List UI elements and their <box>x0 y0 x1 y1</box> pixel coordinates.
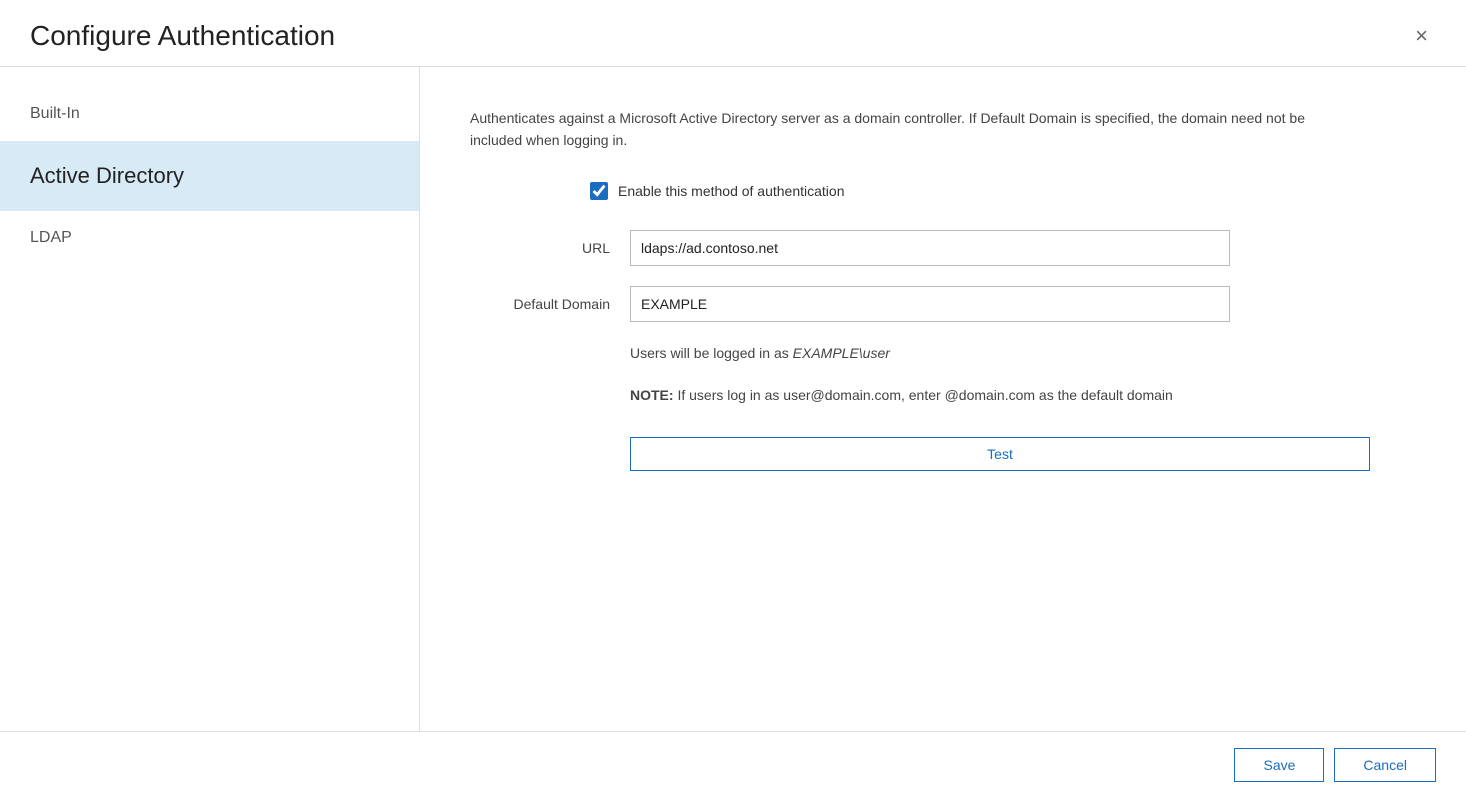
url-input[interactable] <box>630 230 1230 266</box>
sidebar-item-ldap[interactable]: LDAP <box>0 211 419 265</box>
enable-checkbox-label: Enable this method of authentication <box>618 183 845 199</box>
url-label: URL <box>470 240 610 256</box>
default-domain-label: Default Domain <box>470 296 610 312</box>
sidebar-item-built-in[interactable]: Built-In <box>0 87 419 141</box>
default-domain-input[interactable] <box>630 286 1230 322</box>
note-italic1: user@domain.com <box>783 387 901 403</box>
dialog-header: Configure Authentication × <box>0 0 1466 67</box>
dialog-body: Built-In Active Directory LDAP Authentic… <box>0 67 1466 731</box>
dialog-footer: Save Cancel <box>0 731 1466 798</box>
default-domain-field-row: Default Domain <box>470 286 1370 322</box>
configure-authentication-dialog: Configure Authentication × Built-In Acti… <box>0 0 1466 798</box>
cancel-button[interactable]: Cancel <box>1334 748 1436 782</box>
sidebar-item-active-directory[interactable]: Active Directory <box>0 141 419 211</box>
test-button[interactable]: Test <box>630 437 1370 471</box>
enable-checkbox[interactable] <box>590 182 608 200</box>
note-text3: as the default domain <box>1035 387 1173 403</box>
save-button[interactable]: Save <box>1234 748 1324 782</box>
note-text2: , enter <box>901 387 945 403</box>
login-info-text: Users will be logged in as <box>630 345 793 361</box>
note-text: If users log in as <box>674 387 784 403</box>
form-section: Enable this method of authentication URL… <box>470 182 1370 471</box>
url-field-row: URL <box>470 230 1370 266</box>
login-info-block: Users will be logged in as EXAMPLE\user <box>630 342 1370 364</box>
note-bold: NOTE: <box>630 387 674 403</box>
content-area: Authenticates against a Microsoft Active… <box>420 67 1466 731</box>
enable-checkbox-row: Enable this method of authentication <box>590 182 1370 200</box>
note-italic2: @domain.com <box>945 387 1035 403</box>
close-button[interactable]: × <box>1407 21 1436 51</box>
description-text: Authenticates against a Microsoft Active… <box>470 107 1330 152</box>
sidebar: Built-In Active Directory LDAP <box>0 67 420 731</box>
sidebar-item-active-directory-label: Active Directory <box>30 163 184 188</box>
note-block: NOTE: If users log in as user@domain.com… <box>630 384 1370 406</box>
login-info-italic: EXAMPLE\user <box>793 345 890 361</box>
sidebar-item-built-in-label: Built-In <box>30 105 80 122</box>
dialog-title: Configure Authentication <box>30 20 335 52</box>
sidebar-item-ldap-label: LDAP <box>30 229 72 246</box>
